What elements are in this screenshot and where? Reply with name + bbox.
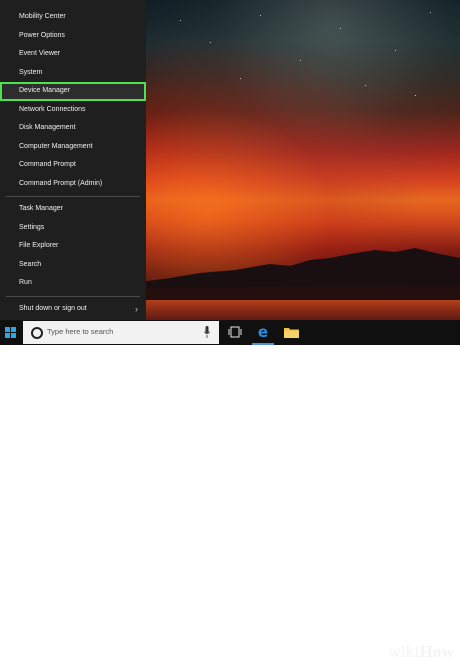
menu-item-system[interactable]: System xyxy=(0,64,146,83)
search-placeholder: Type here to search xyxy=(47,327,114,336)
menu-item-partial-top xyxy=(0,0,146,8)
menu-item-mobility-center[interactable]: Mobility Center xyxy=(0,8,146,27)
menu-item-label: Shut down or sign out xyxy=(19,304,87,312)
menu-item-search[interactable]: Search xyxy=(0,256,146,275)
menu-item-label: Disk Management xyxy=(19,124,76,131)
menu-item-label: Settings xyxy=(19,223,45,231)
menu-item-event-viewer[interactable]: Event Viewer xyxy=(0,45,146,64)
menu-item-label: Device Manager xyxy=(19,87,70,94)
power-user-menu: Mobility Center Power Options Event Viewer… xyxy=(0,0,146,330)
chevron-right-icon: › xyxy=(135,303,138,314)
menu-item-file-explorer[interactable]: File Explorer xyxy=(0,237,146,256)
menu-item-network-connections[interactable]: Network Connections xyxy=(0,101,146,120)
menu-item-label: System xyxy=(19,68,43,76)
menu-item-settings[interactable]: Settings xyxy=(0,219,146,238)
taskbar-search-box[interactable]: Type here to search xyxy=(23,321,219,344)
menu-item-label: Task Manager xyxy=(19,205,63,212)
windows-start-icon[interactable] xyxy=(5,327,16,338)
mountain-silhouette xyxy=(140,248,460,300)
edge-browser-icon[interactable]: e xyxy=(254,323,272,342)
menu-item-label: Computer Management xyxy=(19,142,93,150)
menu-item-power-options[interactable]: Power Options xyxy=(0,27,146,46)
menu-item-label: Mobility Center xyxy=(19,13,66,20)
menu-item-label: Command Prompt xyxy=(19,161,76,168)
file-explorer-folder-icon[interactable] xyxy=(284,326,299,338)
menu-item-label: File Explorer xyxy=(19,242,59,249)
menu-item-label: Search xyxy=(19,260,42,268)
menu-item-shut-down-or-sign-out[interactable]: Shut down or sign out › xyxy=(0,300,146,319)
task-view-icon[interactable] xyxy=(228,326,242,338)
menu-item-label: Network Connections xyxy=(19,105,86,113)
menu-item-disk-management[interactable]: Disk Management xyxy=(0,119,146,138)
menu-item-command-prompt[interactable]: Command Prompt xyxy=(0,156,146,175)
menu-item-label: Command Prompt (Admin) xyxy=(19,179,103,187)
cortana-circle-icon[interactable] xyxy=(31,327,43,339)
menu-separator xyxy=(6,196,140,197)
menu-separator xyxy=(6,295,140,297)
menu-item-label: Event Viewer xyxy=(19,50,61,57)
menu-item-run[interactable]: Run xyxy=(0,274,146,293)
taskbar: Type here to search e wikiHow xyxy=(0,320,460,661)
menu-item-label: Run xyxy=(19,279,32,286)
menu-item-task-manager[interactable]: Task Manager xyxy=(0,200,146,219)
microphone-icon[interactable] xyxy=(204,326,210,339)
wikihow-watermark: wikiHow xyxy=(388,642,454,661)
menu-item-label: Power Options xyxy=(19,31,65,39)
menu-item-command-prompt-admin[interactable]: Command Prompt (Admin) xyxy=(0,175,146,194)
menu-item-device-manager[interactable]: Device Manager xyxy=(0,82,146,101)
menu-item-computer-management[interactable]: Computer Management xyxy=(0,138,146,157)
